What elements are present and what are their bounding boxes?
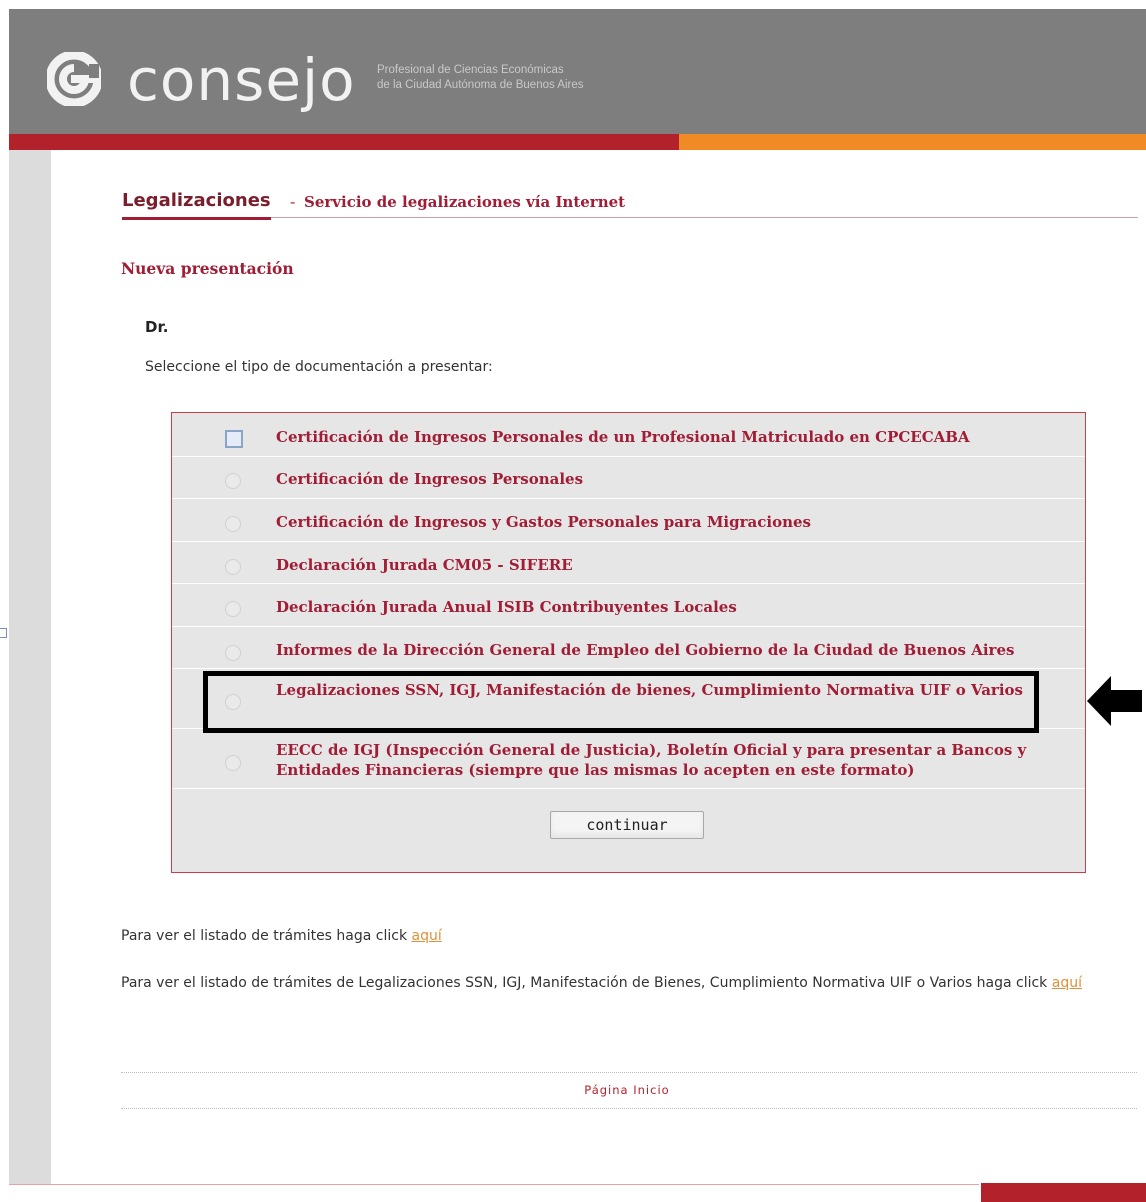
legalizaciones-list-link[interactable]: aquí [1052, 975, 1082, 991]
option-label[interactable]: EECC de IGJ (Inspección General de Justi… [276, 740, 1076, 780]
option-checkbox[interactable] [225, 430, 243, 448]
page-title: Legalizaciones - Servicio de legalizacio… [122, 190, 1138, 220]
document-type-options: Certificación de Ingresos Personales de … [171, 412, 1086, 873]
option-label[interactable]: Informes de la Dirección General de Empl… [276, 640, 1076, 660]
instruction-text: Seleccione el tipo de documentación a pr… [145, 359, 493, 375]
page-title-separator: - [290, 192, 296, 211]
option-row[interactable]: Declaración Jurada Anual ISIB Contribuye… [172, 583, 1085, 627]
option-radio[interactable] [225, 645, 241, 661]
left-rail [9, 150, 51, 1185]
logo-subtitle-line2: de la Ciudad Autónoma de Buenos Aires [377, 79, 584, 91]
option-radio[interactable] [225, 473, 241, 489]
option-row[interactable]: Certificación de Ingresos Personales [172, 456, 1085, 499]
legalizaciones-list-prefix: Para ver el listado de trámites de Legal… [121, 975, 1052, 991]
header-bar-orange [679, 134, 1146, 150]
option-label[interactable]: Declaración Jurada Anual ISIB Contribuye… [276, 597, 1076, 617]
footer-divider-bottom [121, 1108, 1137, 1109]
tramites-list-text: Para ver el listado de trámites haga cli… [121, 926, 1121, 946]
legalizaciones-list-text: Para ver el listado de trámites de Legal… [121, 973, 1131, 993]
tramites-list-link[interactable]: aquí [412, 928, 442, 944]
option-label[interactable]: Certificación de Ingresos Personales [276, 469, 1076, 489]
option-row[interactable]: EECC de IGJ (Inspección General de Justi… [172, 728, 1085, 789]
section-title: Nueva presentación [121, 259, 294, 278]
logo-wordmark: consejo [127, 46, 356, 114]
bottom-red-block [981, 1183, 1146, 1202]
option-label[interactable]: Declaración Jurada CM05 - SIFERE [276, 555, 1076, 575]
option-radio[interactable] [225, 755, 241, 771]
footer-divider-top [121, 1072, 1137, 1073]
option-row[interactable]: Informes de la Dirección General de Empl… [172, 626, 1085, 669]
tramites-list-prefix: Para ver el listado de trámites haga cli… [121, 928, 412, 944]
page-edge-marker [0, 628, 7, 638]
continue-button[interactable]: continuar [550, 811, 704, 839]
highlight-annotation-box [203, 671, 1039, 733]
option-radio[interactable] [225, 601, 241, 617]
consejo-logo-icon [47, 52, 101, 106]
doctor-label: Dr. [145, 318, 169, 336]
logo-subtitle: Profesional de Ciencias Económicas de la… [377, 63, 707, 93]
option-label[interactable]: Certificación de Ingresos y Gastos Perso… [276, 512, 1076, 532]
option-row[interactable]: Certificación de Ingresos Personales de … [172, 413, 1085, 457]
option-radio[interactable] [225, 559, 241, 575]
logo-subtitle-line1: Profesional de Ciencias Económicas [377, 64, 564, 76]
header-bar-red [9, 134, 679, 150]
option-radio[interactable] [225, 516, 241, 532]
left-pointing-arrow-icon [1087, 676, 1142, 726]
bottom-divider [9, 1184, 979, 1185]
site-header: consejo Profesional de Ciencias Económic… [9, 9, 1146, 134]
page-title-main: Legalizaciones [122, 190, 271, 220]
option-label[interactable]: Certificación de Ingresos Personales de … [276, 427, 1076, 447]
home-link[interactable]: Página Inicio [0, 1083, 1146, 1097]
option-row[interactable]: Declaración Jurada CM05 - SIFERE [172, 541, 1085, 584]
page-subtitle: Servicio de legalizaciones vía Internet [304, 193, 626, 211]
option-row[interactable]: Certificación de Ingresos y Gastos Perso… [172, 498, 1085, 542]
